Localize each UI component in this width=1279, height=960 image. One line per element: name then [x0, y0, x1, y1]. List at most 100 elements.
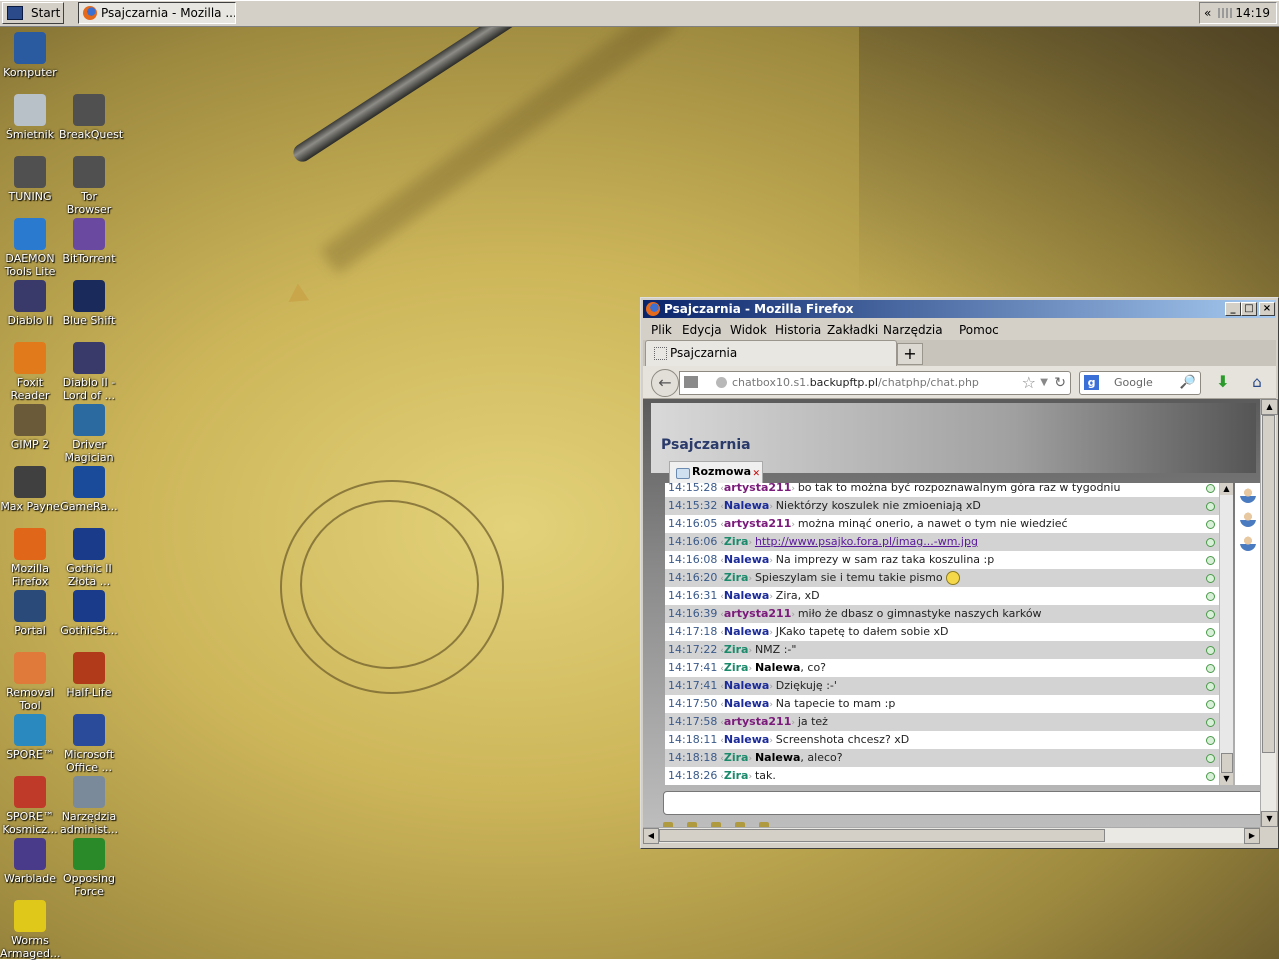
tray-expand-button[interactable]: « [1204, 3, 1211, 23]
menu-pomoc[interactable]: Pomoc [959, 323, 999, 337]
message-author[interactable]: Nalewa [724, 625, 769, 638]
scroll-up-icon[interactable]: ▲ [1261, 399, 1278, 415]
message-action-icon[interactable] [1206, 484, 1215, 493]
message-action-icon[interactable] [1206, 646, 1215, 655]
message-action-icon[interactable] [1206, 628, 1215, 637]
site-identity-icon[interactable] [716, 377, 727, 388]
desktop-icon[interactable]: BreakQuest [59, 94, 123, 141]
desktop-icon[interactable]: SPORE™ [0, 714, 60, 761]
message-author[interactable]: Zira [724, 661, 749, 674]
message-action-icon[interactable] [1206, 520, 1215, 529]
window-titlebar[interactable]: Psajczarnia - Mozilla Firefox _ □ × [643, 300, 1276, 318]
user-avatar-icon[interactable] [1240, 535, 1256, 551]
desktop-icon[interactable]: BitTorrent [59, 218, 119, 265]
desktop-icon[interactable]: Blue Shift [59, 280, 119, 327]
taskbar-firefox-button[interactable]: Psajczarnia - Mozilla ... [78, 2, 236, 24]
desktop-icon[interactable]: Gothic II Złota ... [59, 528, 119, 588]
message-author[interactable]: artysta211 [724, 715, 791, 728]
tab-psajczarnia[interactable]: Psajczarnia [645, 340, 897, 366]
message-author[interactable]: Zira [724, 643, 749, 656]
tab-groups-icon[interactable] [684, 376, 698, 388]
message-action-icon[interactable] [1206, 718, 1215, 727]
message-author[interactable]: Nalewa [724, 589, 769, 602]
message-author[interactable]: Nalewa [724, 733, 769, 746]
page-vertical-scrollbar[interactable]: ▲ ▼ [1260, 399, 1278, 827]
desktop-icon[interactable]: Half-Life [59, 652, 119, 699]
menu-plik[interactable]: Plik [651, 323, 672, 337]
close-button[interactable]: × [1259, 302, 1275, 316]
desktop-icon[interactable]: Warblade [0, 838, 60, 885]
desktop-icon[interactable]: Śmietnik [0, 94, 60, 141]
desktop-icon[interactable]: DAEMON Tools Lite [0, 218, 60, 278]
message-action-icon[interactable] [1206, 700, 1215, 709]
menu-edycja[interactable]: Edycja [682, 323, 722, 337]
scroll-left-icon[interactable]: ◀ [643, 828, 659, 844]
message-author[interactable]: Zira [724, 535, 749, 548]
desktop-icon[interactable]: Microsoft Office ... [59, 714, 119, 774]
message-author[interactable]: Zira [724, 571, 749, 584]
message-author[interactable]: Nalewa [724, 553, 769, 566]
desktop-icon[interactable]: Komputer [0, 32, 60, 79]
menu-zakladki[interactable]: Zakładki [827, 323, 878, 337]
desktop-icon[interactable]: GothicSt... [59, 590, 119, 637]
message-action-icon[interactable] [1206, 736, 1215, 745]
message-action-icon[interactable] [1206, 502, 1215, 511]
message-action-icon[interactable] [1206, 610, 1215, 619]
message-link[interactable]: http://www.psajko.fora.pl/imag...-wm.jpg [755, 535, 978, 548]
google-engine-icon[interactable]: g [1084, 375, 1099, 390]
message-action-icon[interactable] [1206, 592, 1215, 601]
menu-widok[interactable]: Widok [730, 323, 767, 337]
back-button[interactable]: ← [651, 369, 679, 397]
desktop-icon[interactable]: GameRa... [59, 466, 119, 513]
desktop-icon[interactable]: GIMP 2 [0, 404, 60, 451]
page-horizontal-scrollbar[interactable]: ◀ ▶ [643, 827, 1260, 844]
message-author[interactable]: artysta211 [724, 517, 791, 530]
desktop-icon[interactable]: Diablo II [0, 280, 60, 327]
message-author[interactable]: Zira [724, 751, 749, 764]
minimize-button[interactable]: _ [1225, 302, 1241, 316]
message-author[interactable]: Zira [724, 769, 749, 782]
menu-historia[interactable]: Historia [775, 323, 821, 337]
desktop-icon[interactable]: Narzędzia administ... [59, 776, 119, 836]
network-signal-icon[interactable] [1218, 8, 1232, 18]
scroll-down-icon[interactable]: ▼ [1220, 773, 1233, 785]
page-horizontal-scroll-thumb[interactable] [659, 829, 1105, 842]
message-action-icon[interactable] [1206, 772, 1215, 781]
user-avatar-icon[interactable] [1240, 487, 1256, 503]
page-vertical-scroll-thumb[interactable] [1262, 415, 1275, 753]
message-action-icon[interactable] [1206, 754, 1215, 763]
history-dropdown-icon[interactable]: ▼ [1040, 372, 1048, 394]
message-action-icon[interactable] [1206, 538, 1215, 547]
desktop-icon[interactable]: Removal Tool [0, 652, 60, 712]
start-button[interactable]: Start [2, 2, 64, 24]
new-tab-button[interactable]: + [897, 343, 923, 365]
desktop-icon[interactable]: SPORE™ Kosmicz... [0, 776, 60, 836]
desktop-icon[interactable]: Tor Browser [59, 156, 119, 216]
search-icon[interactable]: 🔎 [1180, 372, 1196, 394]
search-bar[interactable]: g Google 🔎 [1079, 371, 1201, 395]
chat-tab-rozmowa[interactable]: Rozmowa ✕ [669, 461, 763, 484]
chat-scrollbar[interactable]: ▲ ▼ [1219, 483, 1233, 785]
bookmark-star-icon[interactable]: ☆ [1022, 372, 1036, 394]
message-author[interactable]: artysta211 [724, 483, 791, 494]
message-author[interactable]: Nalewa [724, 697, 769, 710]
home-icon[interactable]: ⌂ [1247, 372, 1267, 392]
desktop-icon[interactable]: Opposing Force [59, 838, 119, 898]
scroll-up-icon[interactable]: ▲ [1220, 483, 1233, 495]
desktop-icon[interactable]: Worms Armaged... [0, 900, 61, 960]
desktop-icon[interactable]: Max Payne [0, 466, 60, 513]
desktop-icon[interactable]: Diablo II - Lord of ... [59, 342, 119, 402]
chat-message-input[interactable] [663, 791, 1260, 815]
maximize-button[interactable]: □ [1241, 302, 1257, 316]
message-action-icon[interactable] [1206, 574, 1215, 583]
desktop-icon[interactable]: Portal [0, 590, 60, 637]
message-author[interactable]: Nalewa [724, 499, 769, 512]
chat-scroll-thumb[interactable] [1221, 753, 1233, 773]
message-author[interactable]: Nalewa [724, 679, 769, 692]
reload-icon[interactable]: ↻ [1054, 372, 1066, 394]
clock[interactable]: 14:19 [1235, 3, 1270, 23]
user-avatar-icon[interactable] [1240, 511, 1256, 527]
desktop-icon[interactable]: Mozilla Firefox [0, 528, 60, 588]
message-action-icon[interactable] [1206, 682, 1215, 691]
message-author[interactable]: artysta211 [724, 607, 791, 620]
